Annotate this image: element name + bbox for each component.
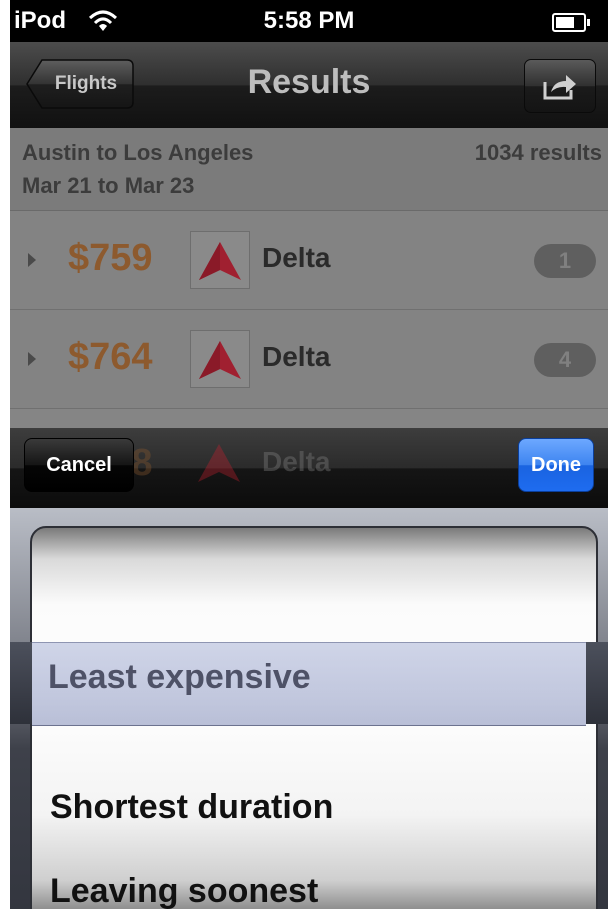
picker-toolbar: $768 Delta Cancel Done <box>10 428 608 508</box>
status-bar: iPod 5:58 PM <box>10 0 608 42</box>
delta-logo-icon <box>190 231 250 289</box>
airline-name: Delta <box>262 446 331 477</box>
share-icon <box>543 75 576 100</box>
picker-selection-indicator: Least expensive <box>10 642 608 726</box>
result-row[interactable]: $759 Delta 1 <box>10 211 608 310</box>
back-button[interactable]: Flights <box>26 59 134 109</box>
delta-logo-icon <box>190 330 250 388</box>
picker-option[interactable]: Leaving soonest <box>50 872 318 909</box>
page-title: Results <box>247 63 371 101</box>
date-range: Mar 21 to Mar 23 <box>22 173 195 198</box>
selection-edge-left <box>10 642 32 724</box>
stops-badge: 4 <box>534 343 596 377</box>
airline-name: Delta <box>262 242 331 273</box>
route-label: Austin to Los Angeles <box>22 140 254 165</box>
picker-option-selected[interactable]: Least expensive <box>48 658 311 697</box>
delta-logo-icon <box>198 444 240 482</box>
results-count: 1034 results <box>474 140 602 165</box>
disclosure-triangle-icon[interactable] <box>28 253 36 267</box>
back-button-label: Flights <box>54 73 118 94</box>
price-label: $764 <box>68 336 153 378</box>
stops-badge: 1 <box>534 244 596 278</box>
selection-edge-right <box>586 642 608 724</box>
results-content: Austin to Los Angeles 1034 results Mar 2… <box>10 128 608 428</box>
share-button[interactable] <box>524 59 596 113</box>
search-summary: Austin to Los Angeles 1034 results Mar 2… <box>10 128 608 211</box>
airline-name: Delta <box>262 341 331 372</box>
device-screen: iPod 5:58 PM Flights Results Austin to L… <box>10 0 608 909</box>
battery-icon <box>552 13 590 32</box>
clock: 5:58 PM <box>263 7 355 34</box>
disclosure-triangle-icon[interactable] <box>28 352 36 366</box>
navigation-bar: Flights Results <box>10 42 608 128</box>
cancel-button[interactable]: Cancel <box>24 438 134 492</box>
picker-option[interactable]: Shortest duration <box>50 788 333 827</box>
done-button[interactable]: Done <box>518 438 594 492</box>
price-label: $759 <box>68 237 153 279</box>
result-row[interactable]: $764 Delta 4 <box>10 310 608 409</box>
